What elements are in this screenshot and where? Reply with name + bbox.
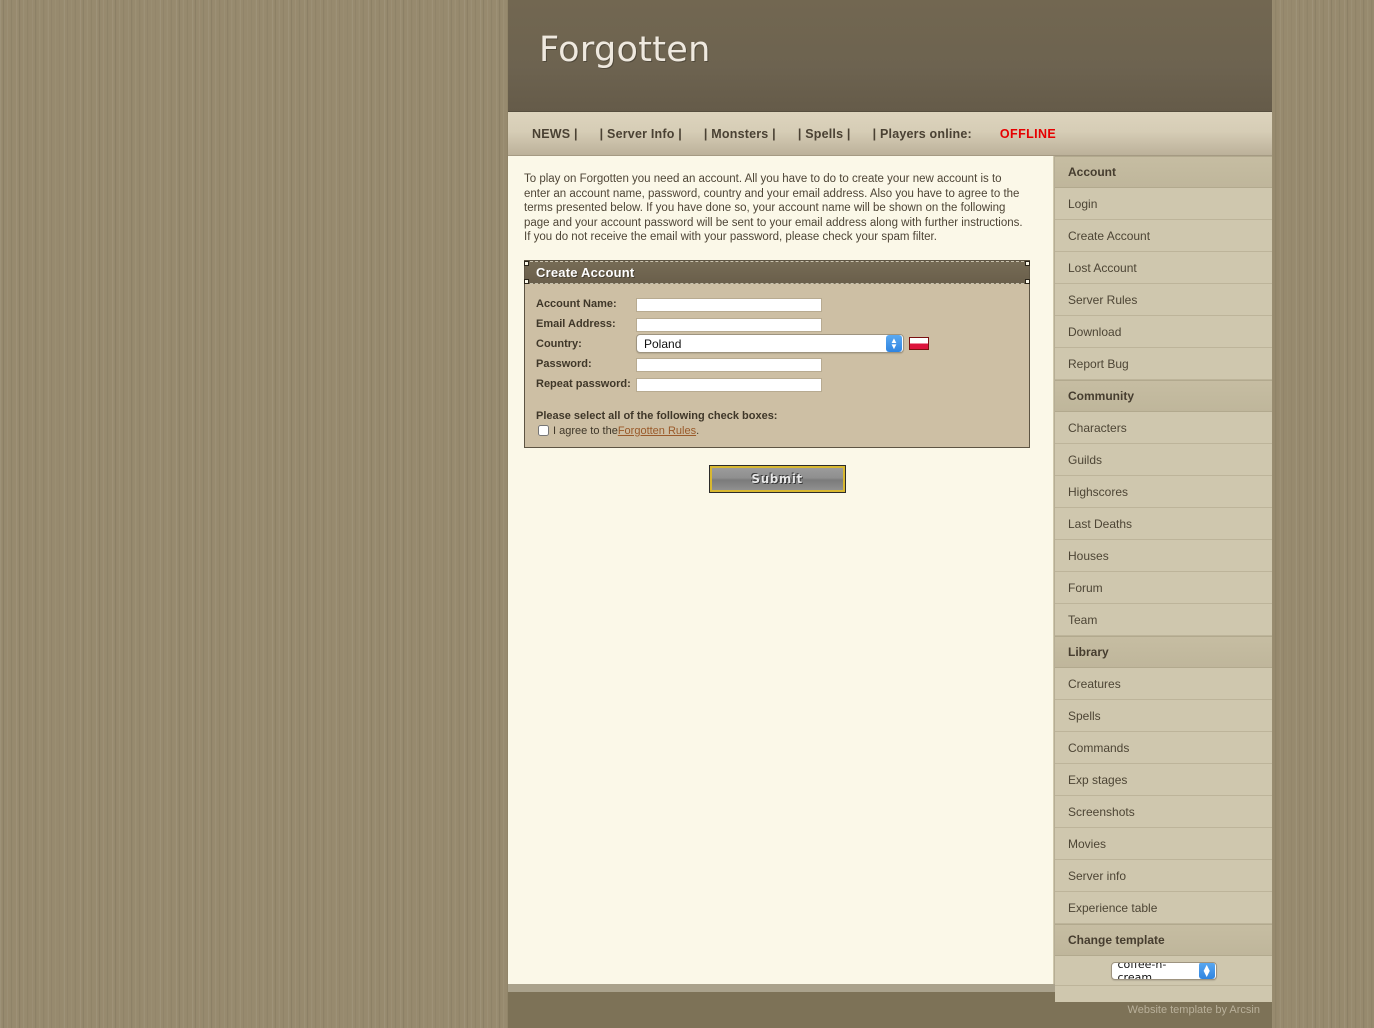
- account-name-input[interactable]: [636, 298, 822, 312]
- content-columns: To play on Forgotten you need an account…: [508, 156, 1272, 984]
- nav-spells[interactable]: | Spells |: [798, 127, 851, 141]
- create-account-form: Account Name: Email Address:: [525, 284, 1029, 447]
- email-address-label: Email Address:: [536, 314, 636, 334]
- forgotten-rules-link[interactable]: Forgotten Rules: [618, 425, 696, 437]
- create-account-box: Create Account Account Name: Email Addre…: [524, 260, 1030, 448]
- country-select[interactable]: Poland ▲▼: [636, 334, 904, 353]
- field-row-country: Country: Poland ▲▼: [536, 334, 929, 354]
- sidebar-item-guilds[interactable]: Guilds: [1055, 444, 1272, 476]
- sidebar-item-lost-account[interactable]: Lost Account: [1055, 252, 1272, 284]
- sidebar-item-login[interactable]: Login: [1055, 188, 1272, 220]
- sidebar-item-last-deaths[interactable]: Last Deaths: [1055, 508, 1272, 540]
- create-account-box-header: Create Account: [525, 261, 1029, 284]
- sidebar-item-houses[interactable]: Houses: [1055, 540, 1272, 572]
- create-account-title: Create Account: [525, 265, 634, 280]
- country-select-value: Poland: [644, 337, 681, 351]
- sidebar-item-team[interactable]: Team: [1055, 604, 1272, 636]
- nav-server-info[interactable]: | Server Info |: [600, 127, 682, 141]
- corner-decoration-bottom-left: [524, 279, 529, 284]
- checkboxes-heading: Please select all of the following check…: [536, 410, 1029, 422]
- template-select-value: coffee-n-cream: [1118, 962, 1199, 980]
- page-container: Forgotten NEWS | | Server Info | | Monst…: [508, 0, 1272, 1009]
- chevron-updown-icon: ▲▼: [886, 335, 902, 352]
- agree-row: I agree to the Forgotten Rules .: [536, 425, 1029, 437]
- sidebar-item-exp-stages[interactable]: Exp stages: [1055, 764, 1272, 796]
- sidebar-item-forum[interactable]: Forum: [1055, 572, 1272, 604]
- sidebar-item-commands[interactable]: Commands: [1055, 732, 1272, 764]
- submit-area: Submit: [524, 466, 1030, 492]
- sidebar-filler: [1055, 986, 1272, 1002]
- field-row-email: Email Address:: [536, 314, 929, 334]
- main-navigation: NEWS | | Server Info | | Monsters | | Sp…: [508, 112, 1272, 156]
- repeat-password-input[interactable]: [636, 378, 822, 392]
- agreement-section: Please select all of the following check…: [536, 410, 1029, 437]
- sidebar-item-creatures[interactable]: Creatures: [1055, 668, 1272, 700]
- sidebar-item-characters[interactable]: Characters: [1055, 412, 1272, 444]
- sidebar-heading-change-template: Change template: [1055, 924, 1272, 956]
- server-status-badge: OFFLINE: [1000, 127, 1056, 141]
- intro-text: To play on Forgotten you need an account…: [524, 172, 1029, 245]
- poland-flag-icon: [909, 337, 929, 350]
- nav-news[interactable]: NEWS |: [532, 127, 578, 141]
- sidebar-item-spells[interactable]: Spells: [1055, 700, 1272, 732]
- sidebar-item-create-account[interactable]: Create Account: [1055, 220, 1272, 252]
- sidebar-item-report-bug[interactable]: Report Bug: [1055, 348, 1272, 380]
- sidebar-item-download[interactable]: Download: [1055, 316, 1272, 348]
- create-account-field-table: Account Name: Email Address:: [536, 294, 929, 394]
- nav-players-online[interactable]: | Players online:: [873, 127, 972, 141]
- field-row-account-name: Account Name:: [536, 294, 929, 314]
- corner-decoration-top-left: [524, 261, 529, 266]
- password-input[interactable]: [636, 358, 822, 372]
- corner-decoration-top-right: [1025, 261, 1030, 266]
- sidebar-item-server-rules[interactable]: Server Rules: [1055, 284, 1272, 316]
- site-title: Forgotten: [539, 30, 711, 70]
- sidebar-item-highscores[interactable]: Highscores: [1055, 476, 1272, 508]
- agree-prefix-text: I agree to the: [553, 425, 618, 437]
- sidebar-sections: AccountLoginCreate AccountLost AccountSe…: [1055, 156, 1272, 924]
- site-header: Forgotten: [508, 0, 1272, 112]
- main-content: To play on Forgotten you need an account…: [508, 156, 1054, 984]
- agree-rules-checkbox[interactable]: [538, 425, 549, 436]
- nav-monsters[interactable]: | Monsters |: [704, 127, 776, 141]
- sidebar-item-experience-table[interactable]: Experience table: [1055, 892, 1272, 924]
- chevron-updown-icon: ▲▼: [1199, 962, 1215, 979]
- account-name-label: Account Name:: [536, 294, 636, 314]
- repeat-password-label: Repeat password:: [536, 374, 636, 394]
- sidebar-heading-account: Account: [1055, 156, 1272, 188]
- field-row-repeat-password: Repeat password:: [536, 374, 929, 394]
- email-address-input[interactable]: [636, 318, 822, 332]
- template-select[interactable]: coffee-n-cream ▲▼: [1111, 962, 1217, 980]
- agree-suffix-text: .: [696, 425, 699, 437]
- sidebar-item-screenshots[interactable]: Screenshots: [1055, 796, 1272, 828]
- sidebar-item-server-info[interactable]: Server info: [1055, 860, 1272, 892]
- field-row-password: Password:: [536, 354, 929, 374]
- footer-credit: Website template by Arcsin: [1128, 1004, 1260, 1016]
- country-select-wrapper: Poland ▲▼: [636, 334, 929, 354]
- country-label: Country:: [536, 334, 636, 354]
- submit-button[interactable]: Submit: [710, 466, 845, 492]
- sidebar: AccountLoginCreate AccountLost AccountSe…: [1054, 156, 1272, 984]
- password-label: Password:: [536, 354, 636, 374]
- sidebar-heading-library: Library: [1055, 636, 1272, 668]
- template-select-row: coffee-n-cream ▲▼: [1055, 956, 1272, 986]
- corner-decoration-bottom-right: [1025, 279, 1030, 284]
- sidebar-heading-community: Community: [1055, 380, 1272, 412]
- sidebar-item-movies[interactable]: Movies: [1055, 828, 1272, 860]
